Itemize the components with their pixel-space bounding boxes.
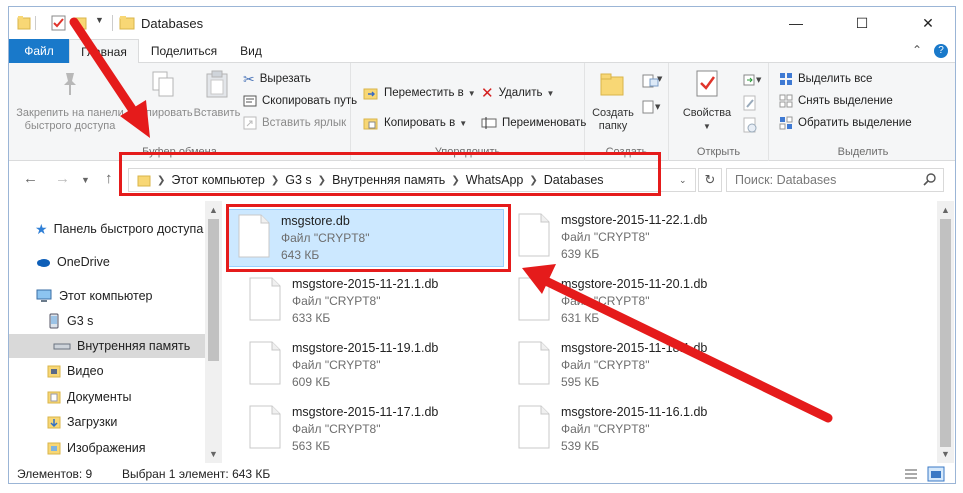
annotation-arrows xyxy=(69,17,833,423)
arrow-to-file-line xyxy=(543,277,833,423)
arrow-to-address-line xyxy=(69,17,143,123)
